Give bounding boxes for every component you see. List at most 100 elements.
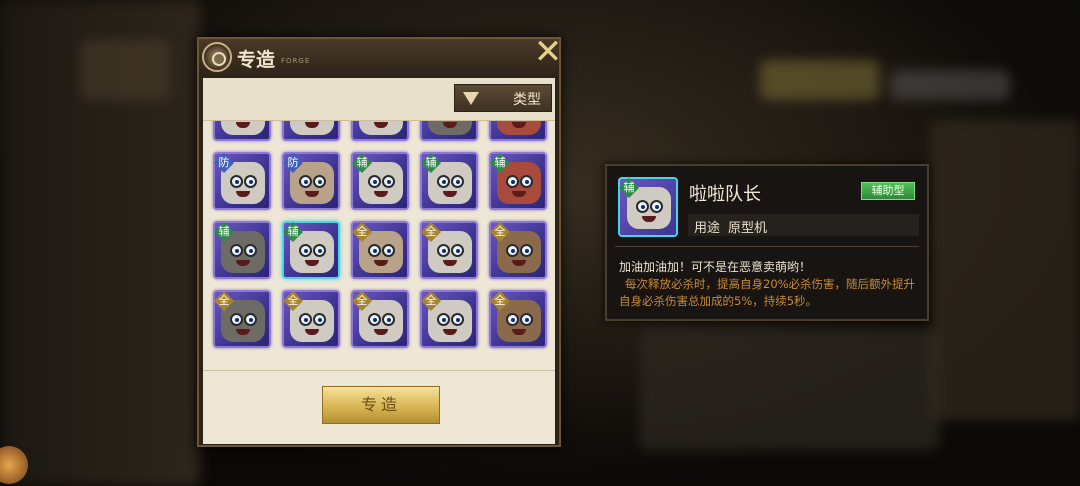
eye	[451, 244, 464, 257]
eye	[437, 175, 450, 188]
eye	[520, 175, 533, 188]
mouth	[512, 260, 526, 266]
character-card[interactable]	[282, 121, 340, 141]
character-card[interactable]: 防	[282, 152, 340, 210]
eye	[451, 175, 464, 188]
eye	[299, 244, 312, 257]
mouth	[236, 260, 250, 266]
forge-panel-body: 类型 防防辅辅辅辅辅全全全全全全全全 专造	[203, 78, 555, 444]
character-card[interactable]: 防	[213, 152, 271, 210]
character-grid[interactable]: 防防辅辅辅辅辅全全全全全全全全	[203, 121, 555, 369]
mouth	[443, 122, 457, 128]
eye	[230, 244, 243, 257]
mouth	[374, 191, 388, 197]
character-face	[428, 121, 472, 135]
forge-panel-subtitle: FORGE	[281, 57, 311, 65]
mouth	[443, 191, 457, 197]
character-card[interactable]: 全	[282, 290, 340, 348]
character-card[interactable]: 辅	[351, 152, 409, 210]
eye	[506, 175, 519, 188]
eye	[382, 175, 395, 188]
eye	[382, 313, 395, 326]
eye	[230, 313, 243, 326]
character-quote: 加油加油加！可不是在恶意卖萌哟！	[619, 260, 812, 274]
mouth	[236, 329, 250, 335]
eye	[451, 313, 464, 326]
character-face	[221, 121, 265, 135]
mouth	[305, 260, 319, 266]
mouth	[443, 329, 457, 335]
character-card[interactable]	[213, 121, 271, 141]
eye	[520, 244, 533, 257]
character-card[interactable]: 全	[420, 290, 478, 348]
eye	[437, 313, 450, 326]
character-portrait: 辅	[618, 177, 678, 237]
close-icon[interactable]: ✕	[533, 35, 563, 69]
forge-panel-title: 专造	[237, 49, 276, 71]
mouth	[305, 122, 319, 128]
eye	[368, 313, 381, 326]
character-face	[359, 121, 403, 135]
eye	[313, 244, 326, 257]
background-blur-shape	[80, 40, 170, 100]
eye	[368, 175, 381, 188]
eye	[299, 175, 312, 188]
eye	[437, 244, 450, 257]
mouth	[374, 122, 388, 128]
eye	[650, 200, 663, 213]
character-name: 啦啦队长	[689, 184, 761, 205]
character-card[interactable]	[489, 121, 547, 141]
mouth	[512, 122, 526, 128]
eye	[506, 313, 519, 326]
skill-effect-text: 每次释放必杀时，提高自身20%必杀伤害，随后额外提升自身必杀伤害总加成的5%，持…	[619, 277, 916, 308]
usage-label: 用途	[694, 221, 721, 236]
eye	[244, 313, 257, 326]
character-card[interactable]: 辅	[282, 221, 340, 279]
background-blur-shape	[930, 120, 1080, 420]
filter-bar: 类型	[203, 78, 555, 121]
forge-icon	[202, 42, 232, 72]
forge-panel: 专造 FORGE 类型 防防辅辅辅辅辅全全全全全全全全 专造	[197, 37, 561, 447]
mouth	[236, 122, 250, 128]
character-card[interactable]: 全	[420, 221, 478, 279]
mouth	[236, 191, 250, 197]
type-filter-label: 类型	[513, 92, 541, 108]
eye	[382, 244, 395, 257]
character-card[interactable]: 全	[351, 221, 409, 279]
mouth	[512, 329, 526, 335]
mouth	[374, 329, 388, 335]
character-card[interactable]	[420, 121, 478, 141]
type-filter-dropdown[interactable]: 类型	[454, 84, 552, 112]
mouth	[374, 260, 388, 266]
eye	[299, 313, 312, 326]
eye	[313, 175, 326, 188]
character-card[interactable]: 全	[489, 290, 547, 348]
divider	[203, 370, 555, 371]
character-card[interactable]: 辅	[489, 152, 547, 210]
character-card[interactable]: 全	[351, 290, 409, 348]
divider	[615, 246, 919, 247]
background-blur-shape	[640, 330, 940, 450]
character-card[interactable]	[351, 121, 409, 141]
eye	[244, 244, 257, 257]
character-card[interactable]: 全	[489, 221, 547, 279]
eye	[244, 175, 257, 188]
mouth	[305, 329, 319, 335]
forge-panel-header: 专造 FORGE	[199, 39, 559, 75]
forge-button[interactable]: 专造	[322, 386, 440, 424]
mouth	[305, 191, 319, 197]
triangle-down-icon	[463, 92, 479, 105]
character-card[interactable]: 辅	[213, 221, 271, 279]
eye	[230, 175, 243, 188]
usage-value: 原型机	[728, 221, 768, 236]
eye	[636, 200, 649, 213]
character-face	[497, 121, 541, 135]
character-card[interactable]: 辅	[420, 152, 478, 210]
usage-row: 用途 原型机	[688, 214, 919, 236]
mouth	[642, 216, 656, 222]
eye	[520, 313, 533, 326]
character-card[interactable]: 全	[213, 290, 271, 348]
character-face	[290, 121, 334, 135]
background-blur-shape	[890, 70, 1010, 100]
character-detail-panel: 辅 啦啦队长 辅助型 用途 原型机 加油加油加！可不是在恶意卖萌哟！ 每次释放必…	[605, 164, 929, 321]
